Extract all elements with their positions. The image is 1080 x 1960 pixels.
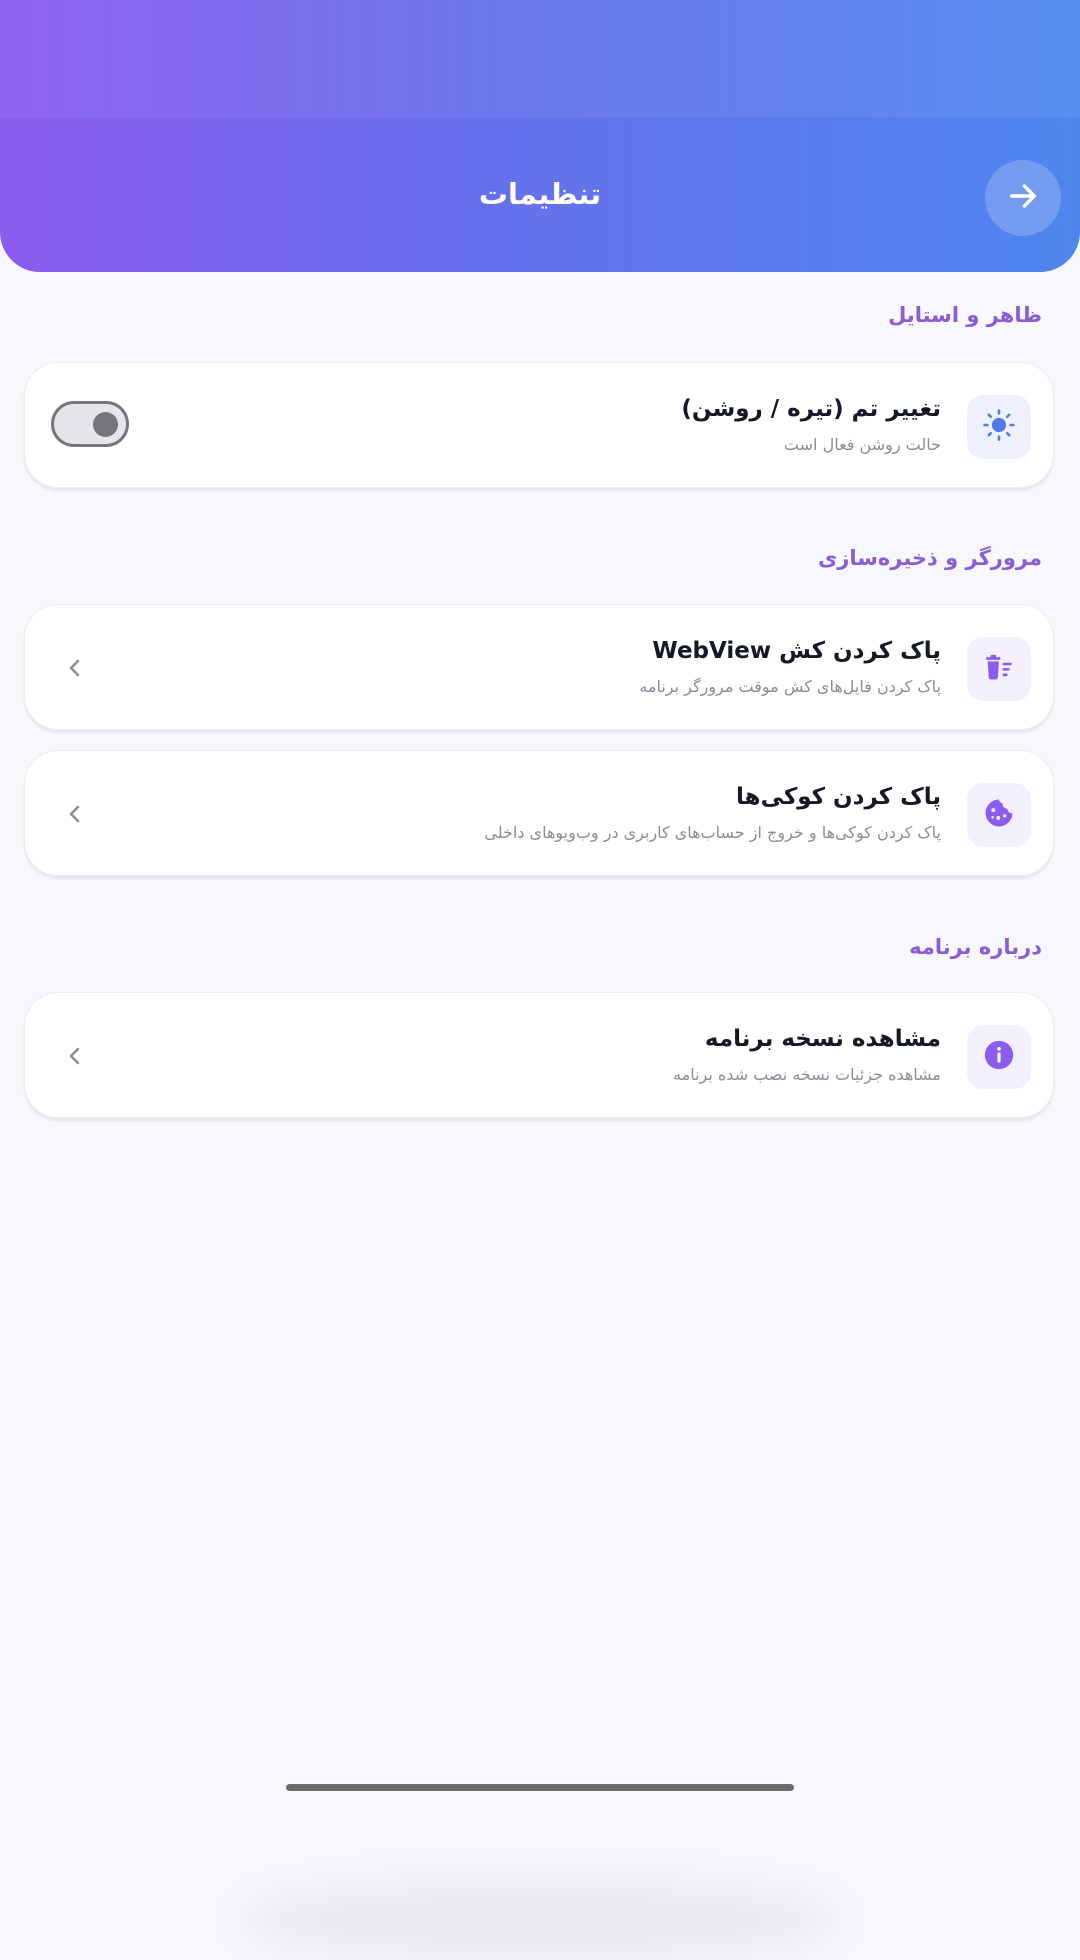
theme-subtitle: حالت روشن فعال است <box>783 435 941 454</box>
clear-cookies-subtitle: پاک کردن کوکی‌ها و خروج از حساب‌های کارب… <box>484 823 941 842</box>
theme-toggle-card[interactable]: تغییر تم (تیره / روشن) حالت روشن فعال اس… <box>24 362 1054 488</box>
chevron-left-icon <box>55 648 95 688</box>
clear-cookies-title: پاک کردن کوکی‌ها <box>736 784 941 810</box>
clear-cookies-card[interactable]: پاک کردن کوکی‌ها پاک کردن کوکی‌ها و خروج… <box>24 750 1054 876</box>
app-version-subtitle: مشاهده جزئیات نسخه نصب شده برنامه <box>673 1065 941 1084</box>
back-button[interactable] <box>985 160 1061 236</box>
section-title-about: درباره برنامه <box>909 935 1042 959</box>
info-icon-tile <box>967 1025 1031 1089</box>
theme-title: تغییر تم (تیره / روشن) <box>681 396 941 422</box>
cookie-icon <box>982 796 1016 834</box>
trash-list-icon <box>982 650 1016 688</box>
info-icon <box>982 1038 1016 1076</box>
theme-toggle-switch[interactable] <box>51 401 129 447</box>
app-version-card[interactable]: مشاهده نسخه برنامه مشاهده جزئیات نسخه نص… <box>24 992 1054 1118</box>
chevron-left-icon <box>55 1036 95 1076</box>
toggle-knob <box>93 412 118 437</box>
app-header: تنظیمات <box>0 0 1080 272</box>
bottom-shadow <box>240 1880 840 1960</box>
cache-icon-tile <box>967 637 1031 701</box>
section-title-browser: مرورگر و ذخیره‌سازی <box>818 546 1042 570</box>
home-indicator[interactable] <box>286 1784 794 1791</box>
arrow-right-icon <box>1006 179 1040 217</box>
section-title-appearance: ظاهر و استایل <box>888 303 1042 327</box>
theme-icon-tile <box>967 395 1031 459</box>
cookie-icon-tile <box>967 783 1031 847</box>
app-version-title: مشاهده نسخه برنامه <box>704 1026 941 1052</box>
chevron-left-icon <box>55 794 95 834</box>
clear-cache-card[interactable]: پاک کردن کش WebView پاک کردن فایل‌های کش… <box>24 604 1054 730</box>
clear-cache-title: پاک کردن کش WebView <box>652 638 941 664</box>
sun-icon <box>982 408 1016 446</box>
status-bar <box>0 0 1080 118</box>
page-title: تنظیمات <box>478 177 602 211</box>
clear-cache-subtitle: پاک کردن فایل‌های کش موقت مرورگر برنامه <box>639 677 941 696</box>
